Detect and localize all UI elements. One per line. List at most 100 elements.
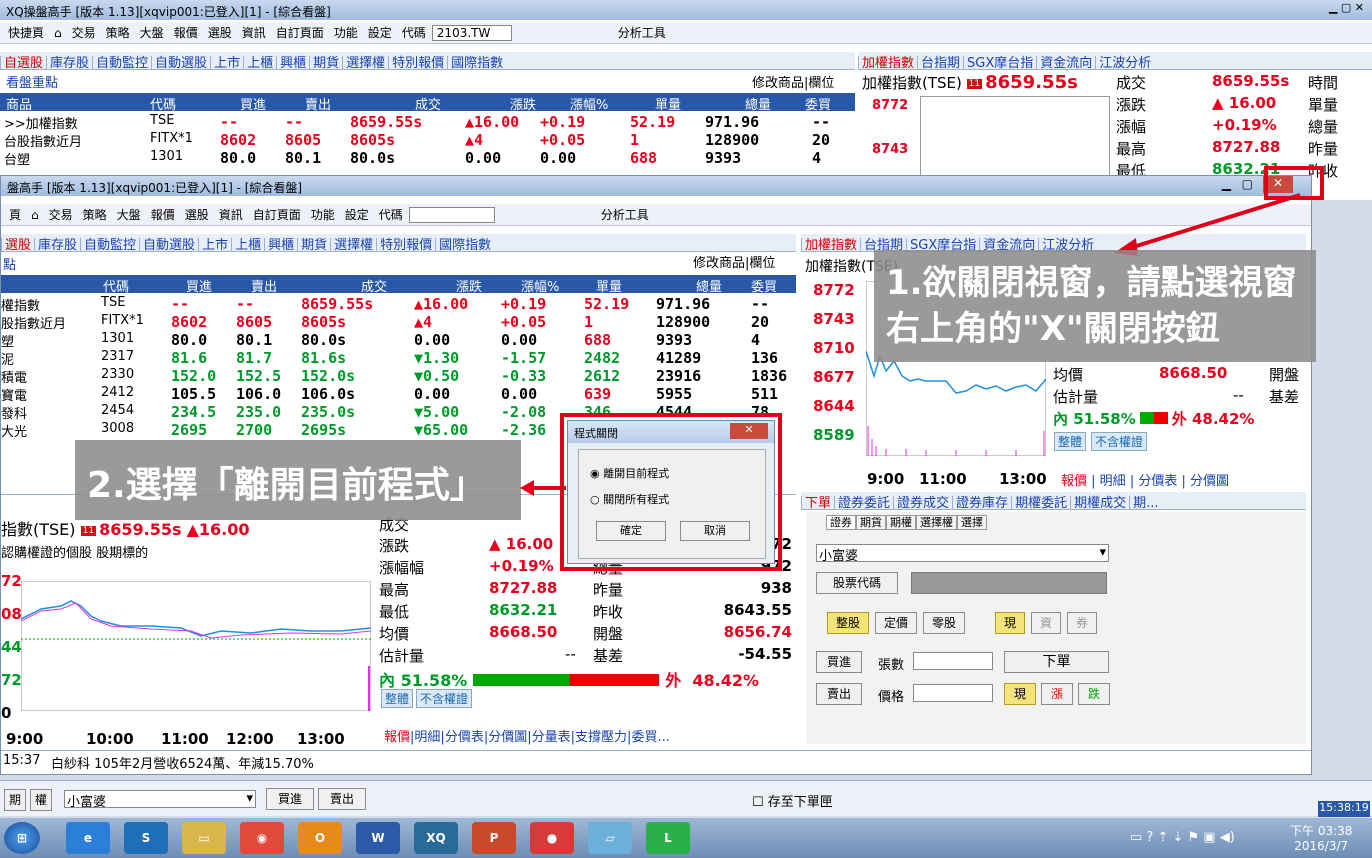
bl-tab-6[interactable]: 委買... (631, 730, 669, 745)
back-menu-0[interactable]: 交易 (68, 24, 100, 41)
odd-lot-button[interactable]: 零股 (923, 612, 965, 634)
acct-tab-4[interactable]: 選擇 (957, 515, 987, 530)
order-tab-1[interactable]: 證券委託 (834, 496, 894, 509)
back-focus[interactable]: 看盤重點 (6, 72, 58, 91)
front-menu-7[interactable]: 功能 (307, 206, 339, 223)
whole-lot-button[interactable]: 整股 (827, 612, 869, 634)
line-icon[interactable]: L (646, 822, 690, 854)
front-subtab-1[interactable]: 明細 (1100, 474, 1126, 489)
order-tab-4[interactable]: 期權委託 (1011, 496, 1071, 509)
front-menu-1[interactable]: 策略 (79, 206, 111, 223)
back-code-input[interactable]: 2103.TW (431, 24, 512, 41)
front-menu-5[interactable]: 資訊 (215, 206, 247, 223)
powerpoint-icon[interactable]: P (472, 822, 516, 854)
front-table-row[interactable]: 積電 2330 152.0 152.5 152.0s ▼0.50 -0.33 2612 2391… (1, 367, 796, 386)
front-subtab-2[interactable]: 分價表 (1138, 474, 1177, 489)
front-tab-7[interactable]: 期貨 (297, 238, 331, 251)
back-table-row[interactable]: 台股指數近月 FITX*1 8602 8605 8605s ▲4 +0.05 1 128900 2… (0, 131, 855, 150)
bl-chip-all[interactable]: 整體 (381, 689, 414, 708)
back-quick[interactable]: 快捷頁 (4, 24, 48, 41)
front-menu-0[interactable]: 交易 (45, 206, 77, 223)
short-button[interactable]: 券 (1067, 612, 1097, 634)
front-tab-10[interactable]: 國際指數 (435, 238, 495, 251)
order-tab-5[interactable]: 期權成交 (1070, 496, 1130, 509)
front-tab-2[interactable]: 自動監控 (80, 238, 140, 251)
back-menu-3[interactable]: 報價 (170, 24, 202, 41)
sell-button[interactable]: 賣出 (816, 683, 862, 705)
front-tab-8[interactable]: 選擇權 (330, 238, 377, 251)
back-rtab-0[interactable]: 加權指數 (858, 56, 918, 69)
front-tab-3[interactable]: 自動選股 (139, 238, 199, 251)
buy-button[interactable]: 買進 (816, 651, 862, 673)
front-menu-9[interactable]: 代碼 (375, 206, 407, 223)
back-table-row[interactable]: >>加權指數 TSE -- -- 8659.55s ▲16.00 +0.19 52.19 971… (0, 113, 855, 132)
home-icon[interactable]: ⌂ (50, 26, 66, 40)
dialog-close-button[interactable]: ✕ (730, 423, 768, 439)
bl-chip-nowarrant[interactable]: 不含權證 (416, 689, 473, 708)
ie-icon[interactable]: e (66, 822, 110, 854)
back-tab-5[interactable]: 上櫃 (243, 56, 277, 69)
back-tab-4[interactable]: 上市 (210, 56, 244, 69)
fixed-price-button[interactable]: 定價 (875, 612, 917, 634)
back-menu-2[interactable]: 大盤 (136, 24, 168, 41)
back-window-controls[interactable]: ▁ ▢ ✕ (1329, 1, 1364, 14)
margin-button[interactable]: 資 (1031, 612, 1061, 634)
back-tab-0[interactable]: 自選股 (0, 56, 47, 69)
front-menu-2[interactable]: 大盤 (113, 206, 145, 223)
front-table-row[interactable]: 權指數 TSE -- -- 8659.55s ▲16.00 +0.19 52.19 971.96… (1, 295, 796, 314)
front-table-row[interactable]: 泥 2317 81.6 81.7 81.6s ▼1.30 -1.57 2482 41289 136 (1, 349, 796, 368)
front-menu-4[interactable]: 選股 (181, 206, 213, 223)
back-menu-6[interactable]: 自訂頁面 (272, 24, 328, 41)
bl-tab-5[interactable]: 支撐壓力 (575, 730, 627, 745)
back-rtab-3[interactable]: 資金流向 (1036, 56, 1096, 69)
acct-tab-3[interactable]: 選擇權 (916, 515, 957, 530)
app-s-icon[interactable]: S (124, 822, 168, 854)
back-tab-1[interactable]: 庫存股 (46, 56, 93, 69)
front-table-row[interactable]: 塑 1301 80.0 80.1 80.0s 0.00 0.00 688 9393 4 (1, 331, 796, 350)
bottom-account-select[interactable]: 小富婆 ▾ (64, 790, 256, 810)
back-menu-4[interactable]: 選股 (204, 24, 236, 41)
back-menu-7[interactable]: 功能 (330, 24, 362, 41)
front-modify[interactable]: 修改商品|欄位 (693, 252, 775, 271)
acct-tab-0[interactable]: 證券 (826, 515, 856, 530)
front-tab-4[interactable]: 上市 (198, 238, 232, 251)
notebook-icon[interactable]: ▱ (588, 822, 632, 854)
dialog-cancel-button[interactable]: 取消 (680, 521, 750, 541)
back-rtab-4[interactable]: 江波分析 (1095, 56, 1155, 69)
back-menu-8[interactable]: 設定 (364, 24, 396, 41)
front-tab-9[interactable]: 特別報價 (376, 238, 436, 251)
acct-tab-2[interactable]: 期權 (886, 515, 916, 530)
back-tab-7[interactable]: 期貨 (309, 56, 343, 69)
front-tab-1[interactable]: 庫存股 (34, 238, 81, 251)
back-menu-9[interactable]: 代碼 (398, 24, 430, 41)
minimize-button[interactable]: ▁ (1222, 177, 1231, 191)
start-button[interactable]: ⊞ (4, 822, 40, 854)
front-menu-6[interactable]: 自訂頁面 (249, 206, 305, 223)
dialog-ok-button[interactable]: 確定 (596, 521, 666, 541)
stock-code-button[interactable]: 股票代碼 (816, 572, 898, 594)
front-focus[interactable]: 點 (3, 254, 16, 273)
news-text[interactable]: 白紗科 105年2月營收6524萬、年減15.70% (51, 753, 314, 772)
recorder-icon[interactable]: ● (530, 822, 574, 854)
front-tab-6[interactable]: 興櫃 (264, 238, 298, 251)
bottom-options-button[interactable]: 權 (30, 789, 52, 811)
bl-tab-0[interactable]: 報價 (384, 730, 410, 745)
tray-clock[interactable]: 下午 03:38 2016/3/7 (1290, 822, 1352, 853)
cash-button[interactable]: 現 (995, 612, 1025, 634)
front-code-input[interactable] (408, 206, 495, 223)
word-icon[interactable]: W (356, 822, 400, 854)
front-menu-3[interactable]: 報價 (147, 206, 179, 223)
front-tab-5[interactable]: 上櫃 (231, 238, 265, 251)
front-tab-0[interactable]: 選股 (1, 238, 35, 251)
order-tab-3[interactable]: 證券庫存 (952, 496, 1012, 509)
option-exit-current[interactable]: ◉ 離開目前程式 (590, 465, 669, 481)
outlook-icon[interactable]: O (298, 822, 342, 854)
back-menu-5[interactable]: 資訊 (238, 24, 270, 41)
save-checkbox[interactable]: ☐ 存至下單匣 (752, 791, 833, 810)
price-input[interactable] (913, 684, 993, 702)
bottom-sell-button[interactable]: 賣出 (318, 788, 366, 810)
price-up-button[interactable]: 漲 (1041, 683, 1073, 705)
front-menu-8[interactable]: 設定 (341, 206, 373, 223)
front-quick[interactable]: 頁 (5, 206, 25, 223)
bottom-futures-button[interactable]: 期 (4, 789, 26, 811)
